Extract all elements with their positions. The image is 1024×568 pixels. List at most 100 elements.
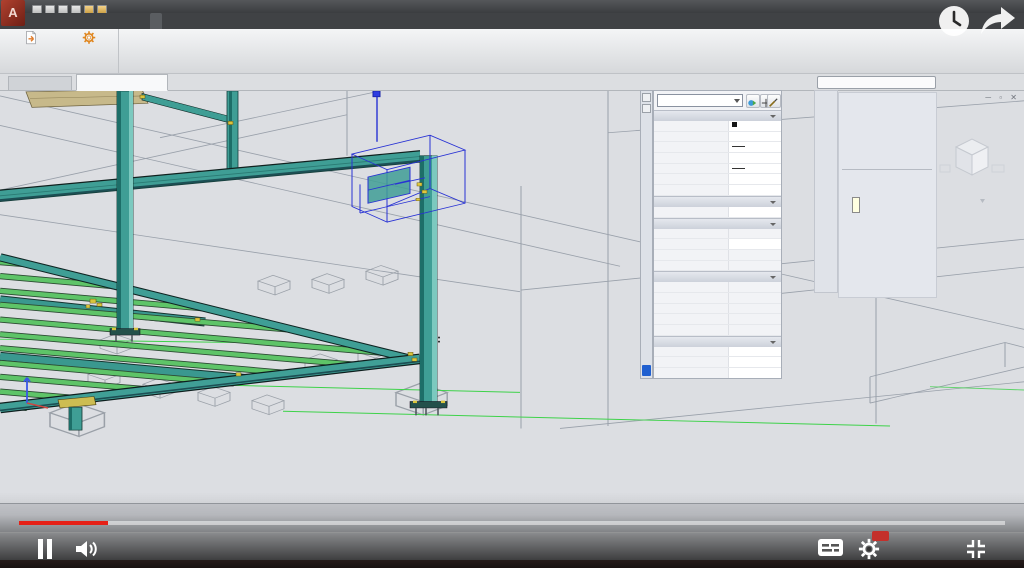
export-document-icon bbox=[23, 30, 39, 45]
chevron-down-icon bbox=[770, 223, 776, 226]
property-value[interactable] bbox=[728, 357, 781, 367]
property-value[interactable] bbox=[728, 121, 781, 131]
property-value[interactable] bbox=[728, 185, 781, 195]
property-value bbox=[728, 293, 781, 303]
watch-later-button[interactable] bbox=[936, 3, 972, 44]
property-value[interactable] bbox=[728, 174, 781, 184]
section-header[interactable] bbox=[654, 271, 781, 282]
ribbon-tab-plugins[interactable] bbox=[126, 13, 138, 29]
new-tab-button[interactable] bbox=[174, 77, 186, 91]
property-row bbox=[654, 207, 781, 218]
property-row bbox=[654, 239, 781, 250]
chevron-down-icon bbox=[770, 201, 776, 204]
quick-select-icon[interactable] bbox=[767, 94, 781, 108]
ribbon-tab-cd-[interactable] bbox=[186, 13, 198, 29]
property-value[interactable] bbox=[728, 347, 781, 357]
property-value bbox=[728, 229, 781, 239]
doc-tab-akademie[interactable] bbox=[76, 74, 168, 91]
drawing-window-controls[interactable]: ─ ▫ ✕ bbox=[985, 93, 1020, 102]
pause-bar bbox=[47, 539, 52, 559]
linetype-glyph bbox=[732, 146, 745, 147]
progress-bar-fill[interactable] bbox=[19, 521, 108, 525]
settings-gear-icon bbox=[858, 538, 880, 560]
section-header[interactable] bbox=[654, 110, 781, 121]
ribbon bbox=[0, 29, 1024, 74]
viewcube[interactable] bbox=[932, 113, 1012, 213]
quick-views-panel bbox=[838, 92, 937, 298]
doc-tab-start[interactable] bbox=[8, 76, 72, 90]
toggle-pickadd-icon[interactable] bbox=[746, 94, 760, 108]
pause-bar bbox=[38, 539, 43, 559]
property-row bbox=[654, 304, 781, 315]
ribbon-tab-mum[interactable] bbox=[150, 13, 162, 29]
speaker-icon bbox=[74, 539, 100, 559]
ribbon-tab-verf-gbare-apps[interactable] bbox=[138, 13, 150, 29]
share-button[interactable] bbox=[977, 4, 1017, 41]
property-value bbox=[728, 304, 781, 314]
captions-button[interactable] bbox=[818, 539, 843, 561]
pause-button[interactable] bbox=[38, 539, 56, 559]
chevron-down-icon bbox=[770, 276, 776, 279]
video-frame: A bbox=[0, 0, 1024, 568]
ribbon-tab-plug-ins[interactable] bbox=[162, 13, 174, 29]
chevron-down-icon bbox=[770, 115, 776, 118]
property-row bbox=[654, 164, 781, 175]
ribbon-tab-objekte[interactable] bbox=[42, 13, 54, 29]
property-value bbox=[728, 282, 781, 292]
property-value[interactable] bbox=[728, 132, 781, 142]
ribbon-tab-beschriftungen-und-bema-ungen[interactable] bbox=[90, 13, 102, 29]
gear-icon bbox=[81, 30, 97, 45]
property-row bbox=[654, 282, 781, 293]
ribbon-tab-ausgabe[interactable] bbox=[66, 13, 78, 29]
ribbon-tab-exportieren-und-importieren[interactable] bbox=[102, 13, 114, 29]
palette-settings-icon[interactable] bbox=[642, 104, 651, 113]
export-solids-button[interactable] bbox=[4, 30, 58, 63]
divider bbox=[842, 169, 932, 170]
quick-views-toolbar bbox=[814, 90, 838, 293]
share-arrow-icon bbox=[977, 4, 1017, 36]
ribbon-tab-bar bbox=[0, 13, 1024, 29]
property-row bbox=[654, 132, 781, 143]
volume-button[interactable] bbox=[74, 539, 100, 564]
exit-fullscreen-button[interactable] bbox=[964, 537, 988, 566]
property-value[interactable] bbox=[728, 368, 781, 378]
linetype-glyph bbox=[732, 168, 745, 169]
property-value[interactable] bbox=[728, 142, 781, 152]
properties-palette-titlebar[interactable] bbox=[640, 90, 653, 379]
wks-dropdown-icon[interactable] bbox=[980, 199, 985, 203]
command-window[interactable] bbox=[0, 503, 1024, 533]
property-value[interactable] bbox=[728, 153, 781, 163]
settings-button[interactable] bbox=[858, 538, 880, 565]
section-header[interactable] bbox=[654, 218, 781, 229]
property-row bbox=[654, 325, 781, 336]
ribbon-tab-start[interactable] bbox=[30, 13, 42, 29]
exit-fullscreen-icon bbox=[964, 537, 988, 561]
progress-bar-track[interactable] bbox=[19, 521, 1005, 525]
ribbon-tab-rendern[interactable] bbox=[114, 13, 126, 29]
advance-properties-icon bbox=[642, 365, 651, 376]
ribbon-tab-add-ins[interactable] bbox=[174, 13, 186, 29]
autohide-icon[interactable] bbox=[642, 93, 651, 102]
property-row bbox=[654, 261, 781, 272]
ribbon-tab-ansicht[interactable] bbox=[78, 13, 90, 29]
selection-dropdown[interactable] bbox=[657, 94, 743, 107]
quick-views-titlebar[interactable] bbox=[817, 76, 936, 89]
property-value[interactable] bbox=[728, 207, 781, 217]
property-row bbox=[654, 121, 781, 132]
section-header[interactable] bbox=[654, 196, 781, 207]
ribbon-panel-asbooster bbox=[0, 29, 119, 73]
property-row bbox=[654, 250, 781, 261]
clock-icon bbox=[936, 3, 972, 39]
property-row bbox=[654, 174, 781, 185]
property-value[interactable] bbox=[728, 164, 781, 174]
property-row bbox=[654, 357, 781, 368]
app-titlebar bbox=[0, 0, 1024, 13]
ribbon-tab-erweiterte-modellierung[interactable] bbox=[54, 13, 66, 29]
property-value[interactable] bbox=[728, 239, 781, 249]
property-row bbox=[654, 153, 781, 164]
tooltip bbox=[852, 197, 860, 213]
advance-steel-logo-icon[interactable]: A bbox=[1, 0, 25, 26]
chevron-down-icon bbox=[734, 99, 740, 103]
section-header[interactable] bbox=[654, 336, 781, 347]
license-options-button[interactable] bbox=[62, 30, 116, 63]
